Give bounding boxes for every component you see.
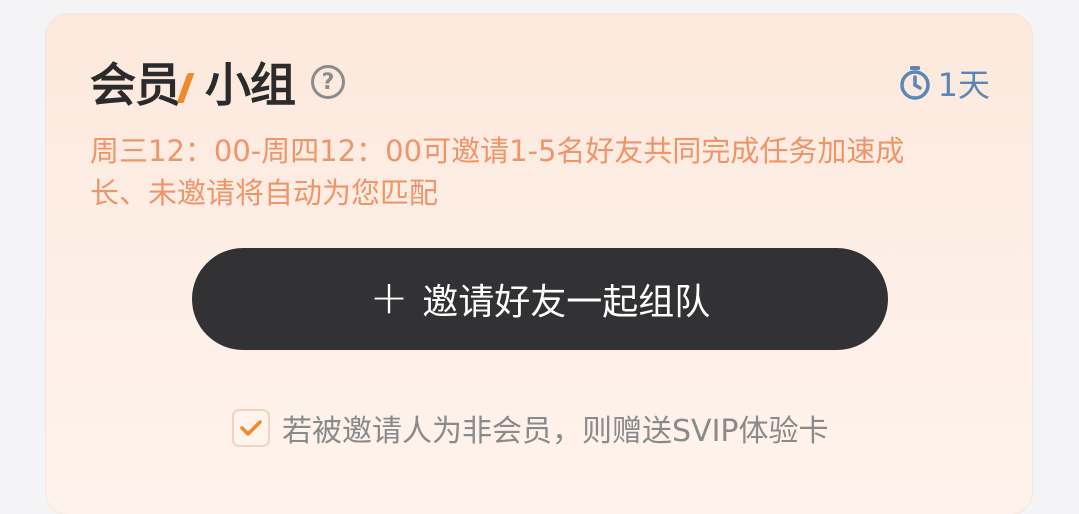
checkmark-icon bbox=[240, 420, 262, 436]
agreement-text: 若被邀请人为非会员，则赠送SVIP体验卡 bbox=[282, 414, 829, 449]
page-title: 会员 小组 bbox=[90, 49, 296, 115]
question-circle-icon[interactable]: ? bbox=[311, 65, 345, 99]
member-group-card: 会员 小组 ? 1天 周三12：00-周四12：00可邀请1-5名好友共同完成任务… bbox=[46, 14, 1032, 514]
title-part1: 会员 bbox=[90, 58, 181, 112]
agreement-row: 若被邀请人为非会员，则赠送SVIP体验卡 bbox=[232, 406, 829, 450]
stopwatch-icon bbox=[899, 66, 930, 100]
invite-description: 周三12：00-周四12：00可邀请1-5名好友共同完成任务加速成长、未邀请将自… bbox=[90, 134, 905, 210]
invite-button-label: 邀请好友一起组队 bbox=[422, 282, 711, 323]
title-part2: 小组 bbox=[205, 58, 296, 112]
agreement-checkbox[interactable] bbox=[232, 409, 270, 447]
title-accent-mark bbox=[176, 73, 207, 103]
plus-icon: + bbox=[369, 270, 409, 324]
timer-text: 1天 bbox=[937, 66, 990, 104]
invite-friends-button[interactable]: + 邀请好友一起组队 bbox=[192, 248, 888, 350]
countdown-timer: 1天 bbox=[898, 60, 990, 106]
help-icon-glyph: ? bbox=[321, 69, 335, 95]
title-row: 会员 小组 ? bbox=[90, 54, 345, 112]
